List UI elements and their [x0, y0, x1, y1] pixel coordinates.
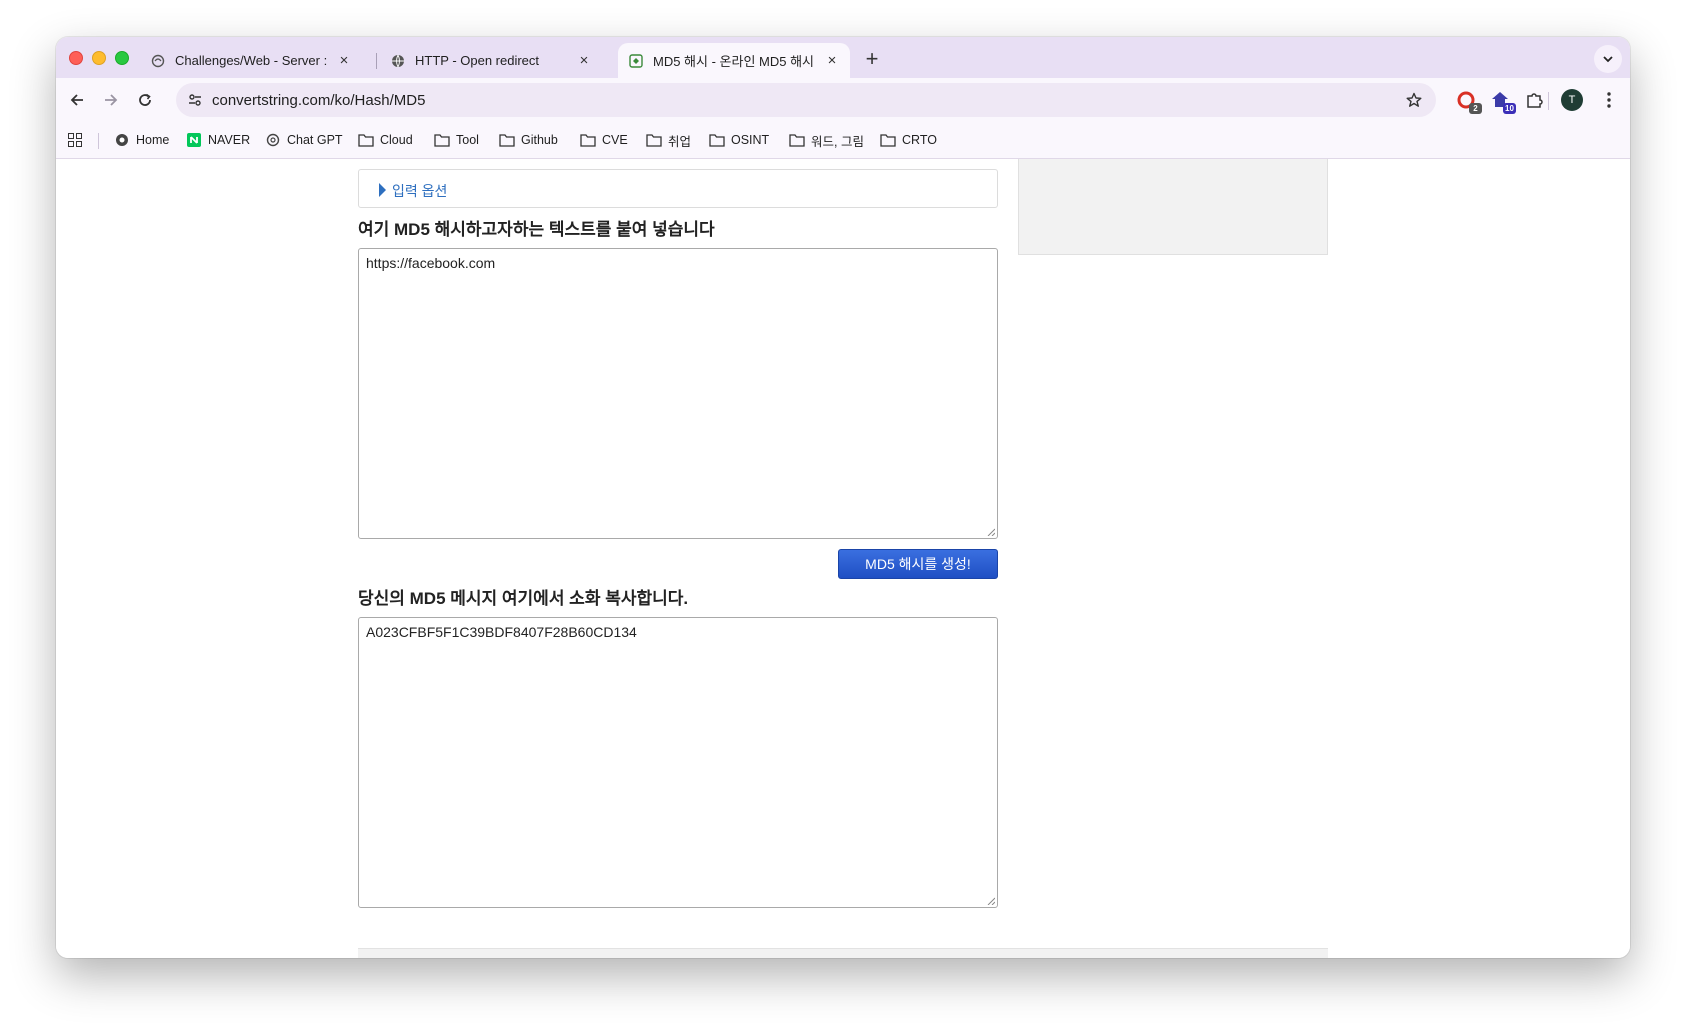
- browser-window: Challenges/Web - Server : HTTP - Open re…: [56, 37, 1630, 958]
- bookmark-folder-osint[interactable]: OSINT: [709, 130, 769, 150]
- bookmark-label: Cloud: [380, 133, 413, 147]
- arrow-left-icon: [70, 94, 83, 106]
- window-minimize-button[interactable]: [92, 51, 106, 65]
- back-button[interactable]: [66, 89, 88, 111]
- resize-handle-icon: [987, 897, 995, 905]
- bookmark-label: CRTO: [902, 133, 937, 147]
- input-label: 여기 MD5 해시하고자하는 텍스트를 붙여 넣습니다: [358, 220, 715, 239]
- globe-icon: [390, 53, 406, 69]
- folder-icon: [499, 132, 515, 148]
- profile-avatar[interactable]: T: [1561, 89, 1583, 111]
- tab-title: Challenges/Web - Server : HTTP - Open re…: [175, 53, 330, 68]
- site-info-icon[interactable]: [186, 91, 204, 109]
- window-maximize-button[interactable]: [115, 51, 129, 65]
- bookmark-label: NAVER: [208, 133, 251, 147]
- input-options-toggle[interactable]: 입력 옵션: [358, 169, 998, 208]
- forward-button[interactable]: [100, 89, 122, 111]
- bookmark-home[interactable]: Home: [114, 130, 169, 150]
- bookmark-star-icon[interactable]: [1404, 90, 1424, 110]
- rootme-favicon-icon: [150, 53, 166, 69]
- chevron-down-icon: [1603, 56, 1613, 63]
- puzzle-icon: [1527, 93, 1543, 108]
- tab-title: MD5 해시 - 온라인 MD5 해시 생성: [653, 54, 818, 69]
- bookmark-folder-word[interactable]: 워드, 그림: [789, 130, 864, 150]
- browser-menu-button[interactable]: [1597, 88, 1621, 112]
- new-tab-button[interactable]: +: [861, 48, 883, 71]
- close-tab-icon[interactable]: ×: [576, 52, 592, 69]
- folder-icon: [580, 132, 596, 148]
- caret-right-icon: [379, 183, 386, 197]
- bookmark-chatgpt[interactable]: Chat GPT: [265, 130, 343, 150]
- apps-button[interactable]: [68, 130, 82, 150]
- tab-separator: [376, 53, 377, 69]
- convertstring-favicon-icon: [628, 53, 644, 69]
- bookmark-label: CVE: [602, 133, 628, 147]
- resize-handle-icon: [987, 528, 995, 536]
- openai-icon: [265, 132, 281, 148]
- bookmark-folder-jobs[interactable]: 취업: [646, 130, 691, 150]
- arrow-right-icon: [105, 94, 118, 106]
- bookmark-folder-cloud[interactable]: Cloud: [358, 130, 413, 150]
- bookmark-label: Chat GPT: [287, 133, 343, 147]
- extensions-menu-button[interactable]: [1522, 88, 1546, 112]
- bookmark-folder-crto[interactable]: CRTO: [880, 130, 937, 150]
- bookmark-label: 워드, 그림: [811, 134, 864, 149]
- folder-icon: [646, 132, 662, 148]
- bookmark-folder-tool[interactable]: Tool: [434, 130, 479, 150]
- footer-bar: [358, 948, 1328, 958]
- browser-toolbar: convertstring.com/ko/Hash/MD5 2 10 T: [56, 78, 1630, 122]
- bookmark-label: Tool: [456, 133, 479, 147]
- extension-red-button[interactable]: 2: [1454, 88, 1482, 114]
- sidebar-ad-panel: [1018, 159, 1328, 255]
- tab-open-redirect[interactable]: HTTP - Open redirect ×: [380, 43, 602, 78]
- input-textarea[interactable]: https://facebook.com: [358, 248, 998, 539]
- extension-badge: 10: [1503, 103, 1516, 114]
- folder-icon: [358, 132, 374, 148]
- tab-strip: Challenges/Web - Server : HTTP - Open re…: [56, 37, 1630, 78]
- folder-icon: [709, 132, 725, 148]
- close-tab-icon[interactable]: ×: [336, 52, 352, 69]
- kebab-menu-icon: [1607, 92, 1611, 108]
- input-text: https://facebook.com: [366, 255, 496, 271]
- bookmark-folder-github[interactable]: Github: [499, 130, 558, 150]
- reload-icon: [139, 93, 151, 106]
- tab-title: HTTP - Open redirect: [415, 53, 540, 68]
- output-label: 당신의 MD5 메시지 여기에서 소화 복사합니다.: [358, 589, 689, 608]
- generate-md5-button[interactable]: MD5 해시를 생성!: [838, 549, 998, 579]
- bookmark-folder-cve[interactable]: CVE: [580, 130, 628, 150]
- extension-purple-button[interactable]: 10: [1488, 88, 1516, 114]
- output-text: A023CFBF5F1C39BDF8407F28B60CD134: [366, 624, 637, 640]
- bookmark-separator: [98, 133, 99, 149]
- close-tab-icon[interactable]: ×: [824, 52, 840, 69]
- tab-challenges[interactable]: Challenges/Web - Server : HTTP - Open re…: [140, 43, 362, 78]
- output-textarea[interactable]: A023CFBF5F1C39BDF8407F28B60CD134: [358, 617, 998, 908]
- bookmark-naver[interactable]: NAVER: [186, 130, 250, 150]
- toolbar-separator: [1548, 92, 1549, 110]
- folder-icon: [880, 132, 896, 148]
- folder-icon: [789, 132, 805, 148]
- input-options-label: 입력 옵션: [392, 183, 448, 199]
- chrome-icon: [114, 132, 130, 148]
- page-content: 입력 옵션 여기 MD5 해시하고자하는 텍스트를 붙여 넣습니다 https:…: [56, 159, 1630, 958]
- window-close-button[interactable]: [69, 51, 83, 65]
- url-text[interactable]: convertstring.com/ko/Hash/MD5: [212, 92, 425, 109]
- bookmark-label: Home: [136, 133, 170, 147]
- tab-search-button[interactable]: [1594, 45, 1622, 73]
- bookmark-label: 취업: [668, 134, 692, 149]
- naver-icon: [186, 132, 202, 148]
- folder-icon: [434, 132, 450, 148]
- bookmarks-bar: Home NAVER Chat GPT Cloud Tool Github CV…: [56, 122, 1630, 159]
- apps-grid-icon: [68, 133, 82, 147]
- bookmark-label: Github: [521, 133, 558, 147]
- address-bar[interactable]: convertstring.com/ko/Hash/MD5: [176, 83, 1436, 117]
- bookmark-label: OSINT: [731, 133, 770, 147]
- reload-button[interactable]: [134, 89, 156, 111]
- extension-badge: 2: [1469, 103, 1482, 114]
- tab-md5[interactable]: MD5 해시 - 온라인 MD5 해시 생성 ×: [618, 43, 850, 78]
